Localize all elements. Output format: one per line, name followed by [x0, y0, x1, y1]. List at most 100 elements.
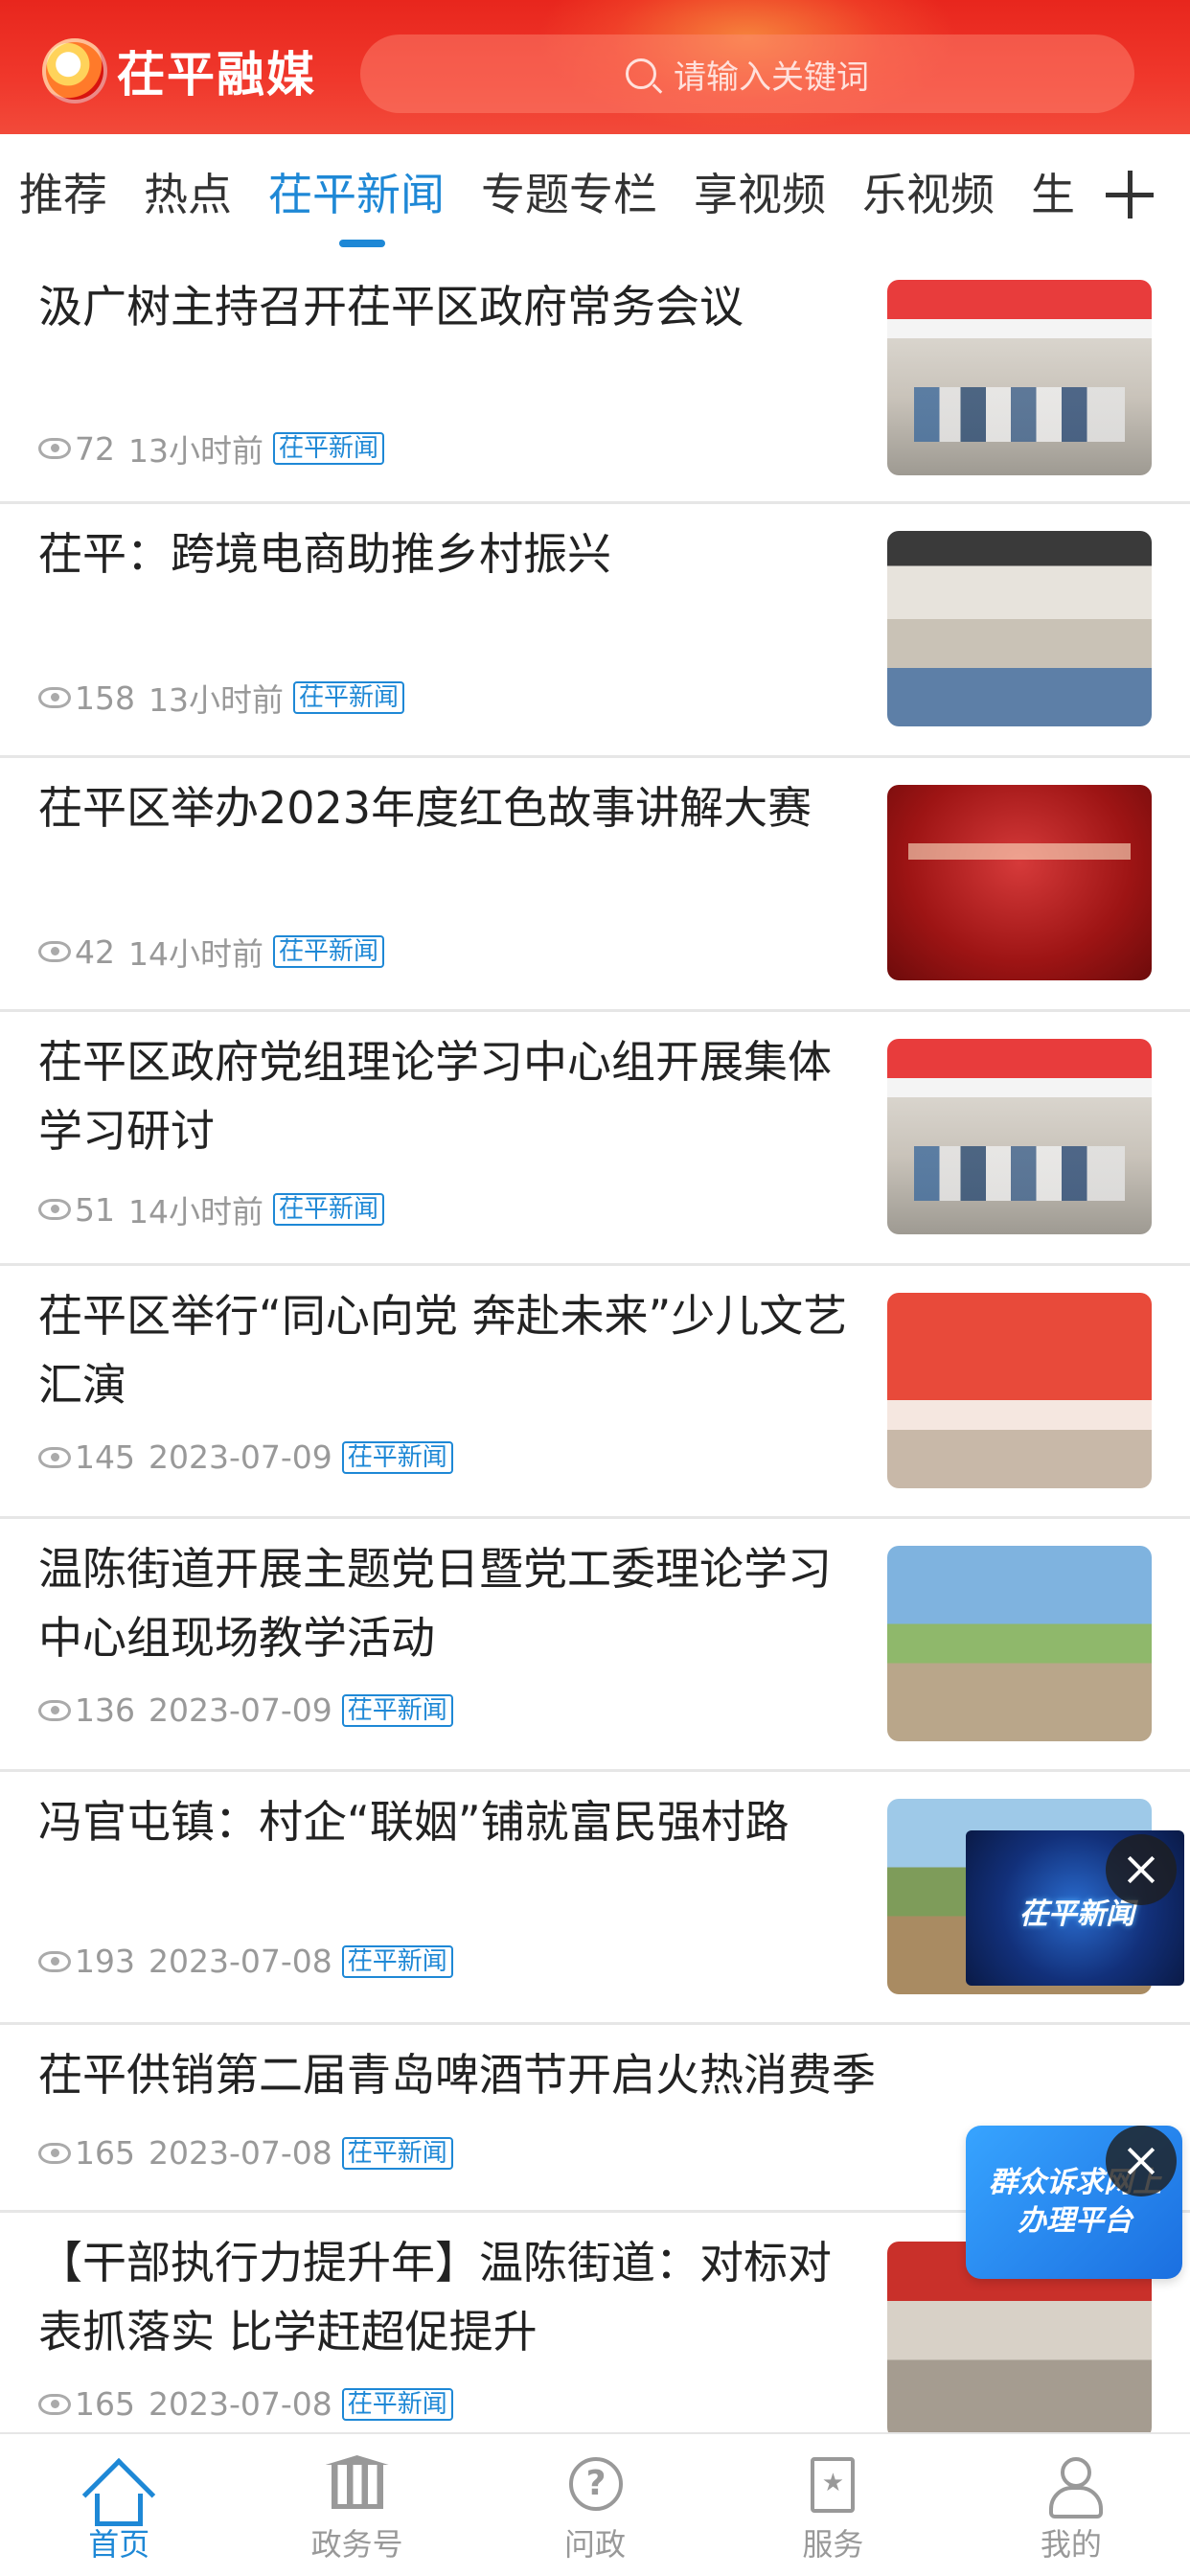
views-eye-icon: [38, 438, 71, 459]
tab-enjoy-video[interactable]: 享视频: [694, 161, 826, 228]
logo-icon: [42, 38, 107, 104]
news-meta: 193 2023-07-08 茌平新闻: [38, 1943, 453, 1980]
question-icon: ?: [563, 2455, 627, 2513]
news-meta: 165 2023-07-08 茌平新闻: [38, 2134, 453, 2172]
news-item[interactable]: 茌平区举行“同心向党 奔赴未来”少儿文艺汇演 145 2023-07-09 茌平…: [0, 1266, 1190, 1519]
tab-fun-video[interactable]: 乐视频: [862, 161, 995, 228]
close-icon[interactable]: [1106, 2126, 1177, 2196]
news-list: 汲广树主持召开茌平区政府常务会议 72 13小时前 茌平新闻 茌平：跨境电商助推…: [0, 257, 1190, 2441]
user-icon: [1040, 2455, 1103, 2518]
add-channel-icon[interactable]: [1098, 163, 1161, 226]
news-title: 温陈街道开展主题党日暨党工委理论学习中心组现场教学活动: [38, 1543, 832, 1664]
category-tag: 茌平新闻: [273, 935, 385, 968]
app-logo: 茌平融媒: [42, 33, 316, 109]
views-eye-icon: [38, 1446, 71, 1468]
view-count: 42: [75, 932, 115, 971]
views-eye-icon: [38, 941, 71, 962]
channel-tabs: 推荐 热点 茌平新闻 专题专栏 享视频 乐视频 生: [0, 134, 1190, 257]
nav-label: 问政: [564, 2526, 627, 2563]
nav-label: 政务号: [310, 2526, 403, 2563]
news-meta: 51 14小时前 茌平新闻: [38, 1186, 385, 1232]
news-item[interactable]: 温陈街道开展主题党日暨党工委理论学习中心组现场教学活动 136 2023-07-…: [0, 1519, 1190, 1772]
news-title: 茌平：跨境电商助推乡村振兴: [38, 528, 611, 580]
category-tag: 茌平新闻: [273, 432, 385, 465]
category-tag: 茌平新闻: [341, 2387, 453, 2421]
news-meta: 72 13小时前 茌平新闻: [38, 426, 385, 472]
view-count: 72: [75, 429, 115, 468]
publish-time: 13小时前: [128, 432, 263, 470]
star-bookmark-icon: ★: [801, 2455, 864, 2513]
category-tag: 茌平新闻: [341, 1693, 453, 1727]
tab-row: 推荐 热点 茌平新闻 专题专栏 享视频 乐视频 生: [19, 161, 1075, 228]
news-thumbnail: [887, 280, 1152, 475]
views-eye-icon: [38, 1950, 71, 1972]
views-eye-icon: [38, 2142, 71, 2164]
news-meta: 165 2023-07-08 茌平新闻: [38, 2385, 453, 2423]
news-item[interactable]: 汲广树主持召开茌平区政府常务会议 72 13小时前 茌平新闻: [0, 257, 1190, 504]
nav-label: 我的: [1040, 2526, 1102, 2563]
view-count: 51: [75, 1190, 115, 1229]
app-header: 茌平融媒 请输入关键词: [0, 0, 1190, 134]
news-meta: 145 2023-07-09 茌平新闻: [38, 1438, 453, 1476]
nav-services[interactable]: ★ 服务: [714, 2434, 951, 2576]
view-count: 165: [75, 2134, 135, 2172]
search-placeholder: 请输入关键词: [674, 58, 869, 97]
news-item[interactable]: 茌平区政府党组理论学习中心组开展集体学习研讨 51 14小时前 茌平新闻: [0, 1012, 1190, 1266]
news-title: 茌平区政府党组理论学习中心组开展集体学习研讨: [38, 1036, 832, 1157]
publish-time: 2023-07-09: [149, 1438, 332, 1476]
publish-time: 2023-07-08: [149, 2134, 332, 2172]
tab-special-topics[interactable]: 专题专栏: [481, 161, 657, 228]
news-meta: 42 14小时前 茌平新闻: [38, 929, 385, 975]
bottom-navigation: 首页 政务号 ? 问政 ★ 服务 我的: [0, 2432, 1190, 2576]
close-icon[interactable]: [1106, 1834, 1177, 1905]
tab-hot[interactable]: 热点: [144, 161, 232, 228]
view-count: 145: [75, 1438, 135, 1476]
search-icon: [626, 58, 656, 89]
news-item[interactable]: 茌平：跨境电商助推乡村振兴 158 13小时前 茌平新闻: [0, 504, 1190, 758]
news-thumbnail: [887, 785, 1152, 980]
tab-recommend[interactable]: 推荐: [19, 161, 107, 228]
view-count: 136: [75, 1691, 135, 1729]
tab-life-truncated[interactable]: 生: [1031, 161, 1075, 228]
category-tag: 茌平新闻: [273, 1193, 385, 1226]
search-bar[interactable]: 请输入关键词: [360, 34, 1134, 113]
active-tab-indicator: [339, 240, 385, 247]
news-meta: 158 13小时前 茌平新闻: [38, 675, 405, 721]
category-tag: 茌平新闻: [341, 1440, 453, 1474]
view-count: 165: [75, 2385, 135, 2423]
views-eye-icon: [38, 1199, 71, 1220]
news-meta: 136 2023-07-09 茌平新闻: [38, 1691, 453, 1729]
news-title: 茌平供销第二届青岛啤酒节开启火热消费季: [38, 2049, 876, 2101]
nav-home[interactable]: 首页: [0, 2434, 238, 2576]
view-count: 158: [75, 678, 135, 717]
nav-mine[interactable]: 我的: [952, 2434, 1190, 2576]
publish-time: 14小时前: [128, 1193, 263, 1230]
news-title: 茌平区举办2023年度红色故事讲解大赛: [38, 782, 812, 834]
views-eye-icon: [38, 687, 71, 708]
news-title: 冯官屯镇：村企“联姻”铺就富民强村路: [38, 1796, 790, 1848]
tab-chiping-news[interactable]: 茌平新闻: [268, 161, 445, 228]
news-thumbnail: [887, 1546, 1152, 1741]
home-icon: [82, 2455, 156, 2532]
government-building-icon: [326, 2455, 389, 2513]
publish-time: 14小时前: [128, 935, 263, 973]
news-thumbnail: [887, 531, 1152, 726]
news-thumbnail: [887, 1039, 1152, 1234]
nav-ask-government[interactable]: ? 问政: [476, 2434, 714, 2576]
news-title: 【干部执行力提升年】温陈街道：对标对表抓落实 比学赶超促提升: [38, 2237, 832, 2358]
category-tag: 茌平新闻: [341, 2136, 453, 2170]
category-tag: 茌平新闻: [341, 1944, 453, 1978]
news-item[interactable]: 茌平区举办2023年度红色故事讲解大赛 42 14小时前 茌平新闻: [0, 758, 1190, 1012]
publish-time: 2023-07-09: [149, 1691, 332, 1729]
publish-time: 2023-07-08: [149, 2385, 332, 2423]
views-eye-icon: [38, 2393, 71, 2415]
news-title: 汲广树主持召开茌平区政府常务会议: [38, 281, 744, 333]
nav-label: 服务: [802, 2526, 864, 2563]
view-count: 193: [75, 1943, 135, 1980]
category-tag: 茌平新闻: [293, 681, 405, 714]
news-thumbnail: [887, 1293, 1152, 1488]
nav-government-accounts[interactable]: 政务号: [238, 2434, 475, 2576]
publish-time: 13小时前: [149, 681, 284, 719]
app-name: 茌平融媒: [117, 47, 316, 103]
views-eye-icon: [38, 1699, 71, 1721]
